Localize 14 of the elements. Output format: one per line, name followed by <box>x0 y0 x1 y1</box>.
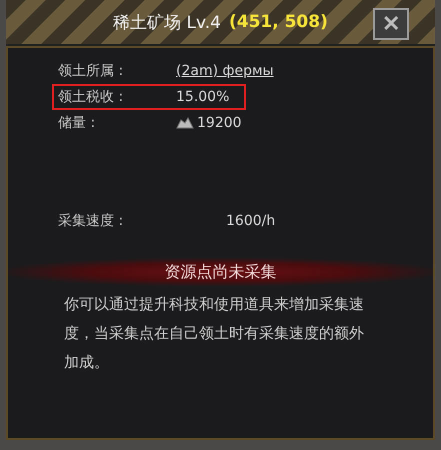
info-value: 19200 <box>197 115 242 131</box>
close-button[interactable]: ✕ <box>373 8 409 40</box>
speed-value: 1600/h <box>226 213 276 229</box>
info-label: 领土税收 : <box>58 88 124 106</box>
owner-link[interactable]: (2am) фермы <box>176 63 431 79</box>
status-text: 资源点尚未采集 <box>164 262 276 282</box>
info-label: 领土所属 : <box>58 62 124 80</box>
info-label: 储量 : <box>58 114 96 132</box>
info-value: 15.00% <box>176 89 230 105</box>
description-text: 你可以通过提升科技和使用道具来增加采集速度，当采集点在自己领土时有采集速度的额外加成。 <box>64 294 365 373</box>
ore-icon <box>176 116 194 130</box>
coordinates: (451, 508) <box>228 12 328 32</box>
speed-label: 采集速度 : <box>58 212 124 230</box>
window-title: 稀土矿场 Lv.4 <box>113 12 221 34</box>
